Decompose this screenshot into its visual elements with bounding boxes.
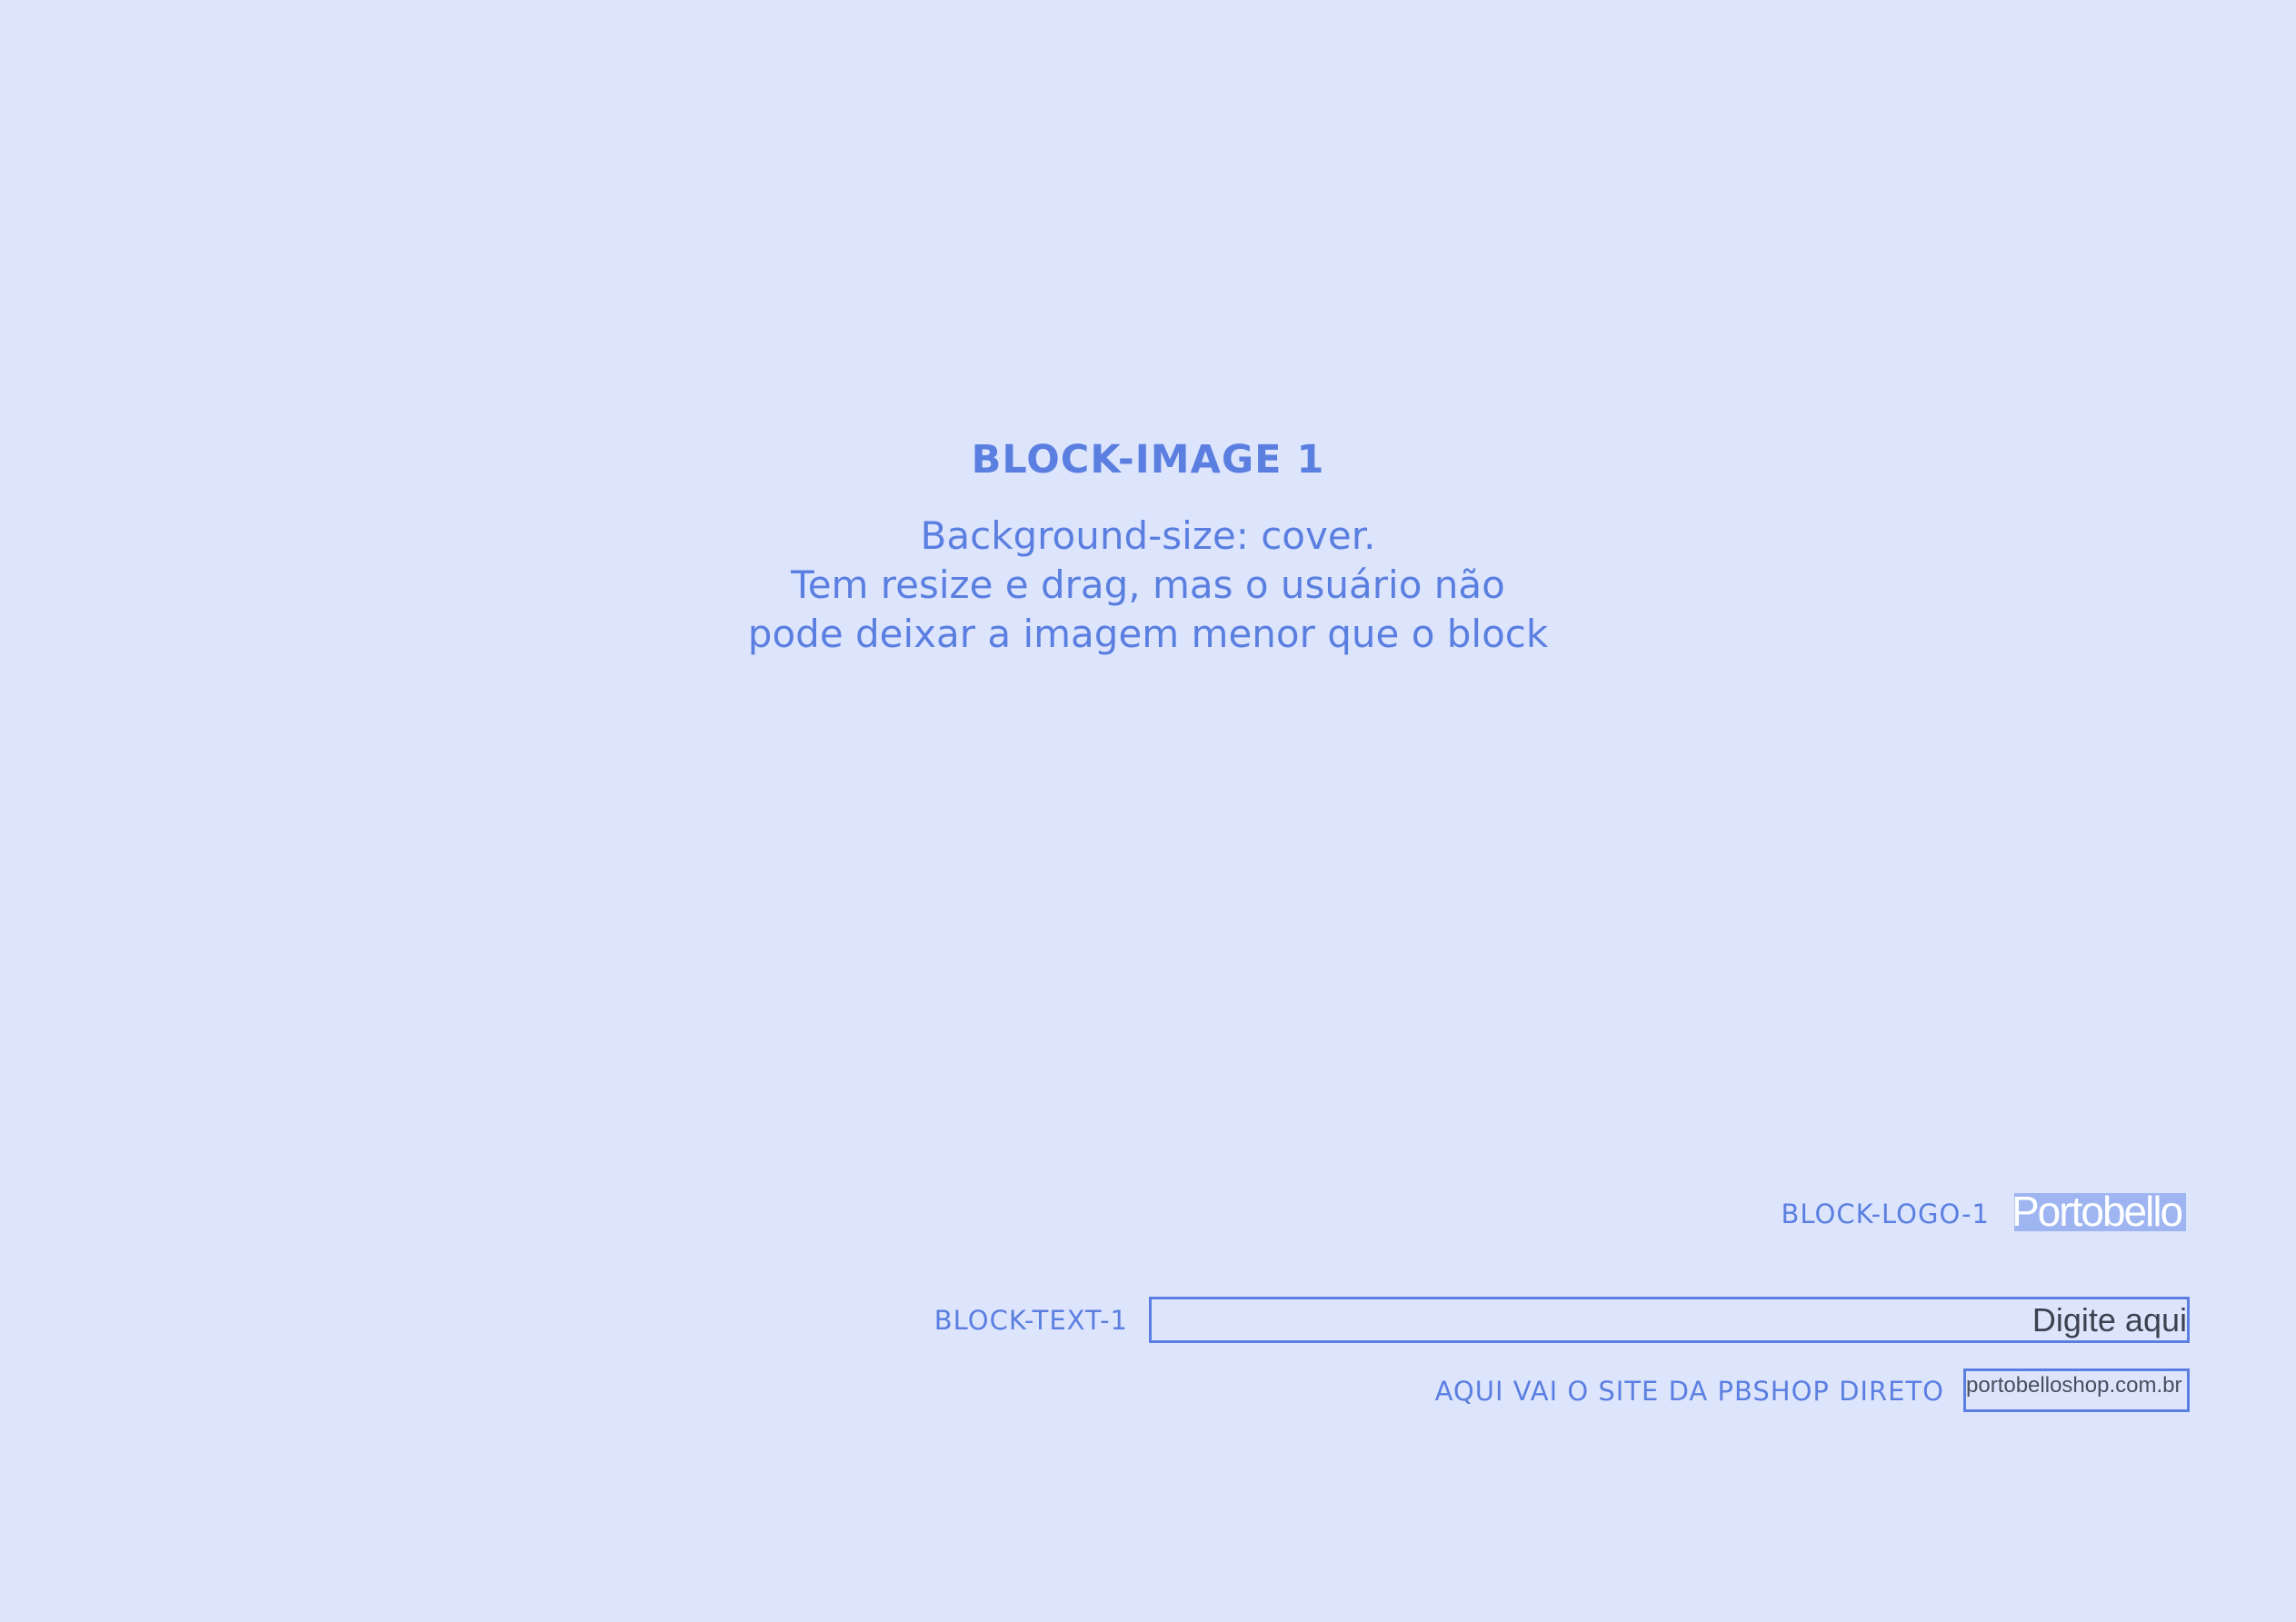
block-image[interactable]: BLOCK-IMAGE 1 Background-size: cover. Te… [0,0,2296,1622]
site-url-field[interactable]: portobelloshop.com.br [1963,1368,2190,1412]
block-logo-label: BLOCK-LOGO-1 [1781,1199,1990,1229]
description-line: Background-size: cover. [920,513,1376,558]
block-image-title: BLOCK-IMAGE 1 [971,437,1325,483]
block-text-input[interactable]: Digite aqui [1149,1297,2190,1343]
portobello-logo[interactable]: Portobello [2011,1190,2186,1232]
logo-text: Portobello [2011,1188,2183,1235]
description-line: pode deixar a imagem menor que o block [747,612,1549,656]
description-line: Tem resize e drag, mas o usuário não [791,562,1505,607]
site-label: AQUI VAI O SITE DA PBSHOP DIRETO [1434,1376,1944,1407]
block-text-label: BLOCK-TEXT-1 [933,1305,1128,1336]
block-image-description: Background-size: cover. Tem resize e dra… [0,512,2296,659]
